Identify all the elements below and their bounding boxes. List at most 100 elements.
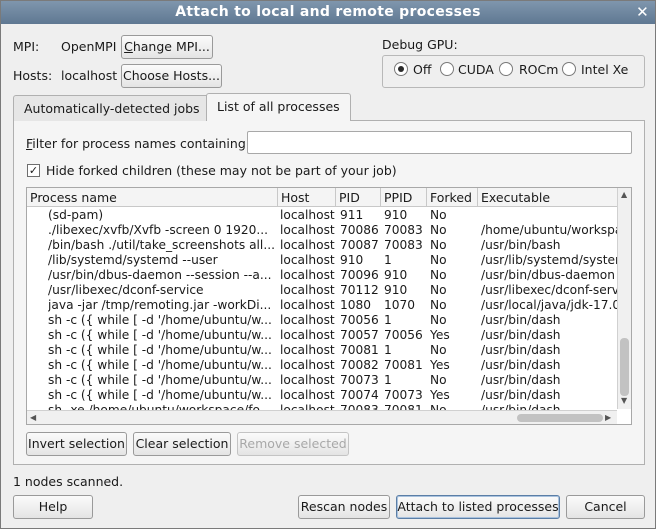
vertical-scroll-thumb[interactable] — [620, 338, 629, 396]
choose-hosts-label: Choose Hosts... — [122, 68, 220, 83]
cell-forked: No — [430, 283, 447, 297]
cell-process-name: /bin/bash ./util/take_screenshots all... — [48, 238, 275, 252]
table-row[interactable]: sh -c ({ while [ -d '/home/ubuntu/w... lo… — [27, 313, 617, 328]
cell-ppid: 70083 — [384, 238, 423, 252]
gpu-intelxe-radio[interactable] — [562, 62, 576, 76]
gpu-off-radio[interactable] — [394, 62, 408, 76]
close-icon[interactable]: ✕ — [636, 1, 649, 24]
gpu-rocm-radio[interactable] — [499, 62, 513, 76]
cell-forked: No — [430, 403, 447, 410]
cell-pid: 70083 — [340, 403, 379, 410]
gpu-cuda-radio[interactable] — [440, 62, 454, 76]
cell-host: localhost — [280, 298, 335, 312]
table-row[interactable]: sh -c ({ while [ -d '/home/ubuntu/w... lo… — [27, 343, 617, 358]
title-bar[interactable]: Attach to local and remote processes ✕ — [1, 1, 655, 24]
invert-selection-button[interactable]: Invert selection — [26, 432, 127, 456]
filter-input[interactable] — [247, 131, 632, 154]
horizontal-scroll-thumb[interactable] — [517, 414, 603, 422]
cell-process-name: ./libexec/xvfb/Xvfb -screen 0 1920... — [48, 223, 268, 237]
table-row[interactable]: ./libexec/xvfb/Xvfb -screen 0 1920... loc… — [27, 223, 617, 238]
cell-pid: 70082 — [340, 358, 379, 372]
cell-host: localhost — [280, 268, 335, 282]
table-row[interactable]: sh -c ({ while [ -d '/home/ubuntu/w... lo… — [27, 388, 617, 403]
table-row[interactable]: /usr/libexec/dconf-service localhost 70112… — [27, 283, 617, 298]
invert-selection-label: Invert selection — [28, 436, 125, 451]
table-body: (sd-pam) localhost 911 910 No ./libexec/xvfb/… — [27, 208, 617, 410]
cell-executable: /usr/bin/dash — [481, 328, 561, 342]
cell-ppid: 1 — [384, 313, 392, 327]
tab-list-all-processes[interactable]: List of all processes — [206, 93, 351, 121]
change-mpi-button[interactable]: Change MPI... — [121, 35, 213, 59]
cell-forked: No — [430, 373, 447, 387]
arrow-up-icon[interactable]: ▲ — [621, 190, 627, 200]
cell-forked: No — [430, 298, 447, 312]
cell-forked: Yes — [430, 388, 450, 402]
clear-selection-label: Clear selection — [135, 436, 229, 451]
hide-forked-label[interactable]: Hide forked children (these may not be p… — [46, 163, 397, 178]
cell-host: localhost — [280, 223, 335, 237]
cell-forked: Yes — [430, 328, 450, 342]
gpu-cuda-label[interactable]: CUDA — [458, 62, 494, 77]
cell-ppid: 70083 — [384, 223, 423, 237]
rescan-nodes-button[interactable]: Rescan nodes — [298, 495, 390, 519]
table-row[interactable]: sh -c ({ while [ -d '/home/ubuntu/w... lo… — [27, 328, 617, 343]
cell-process-name: sh -c ({ while [ -d '/home/ubuntu/w... — [48, 373, 272, 387]
table-row[interactable]: sh -c ({ while [ -d '/home/ubuntu/w... lo… — [27, 373, 617, 388]
cell-pid: 70073 — [340, 373, 379, 387]
col-executable[interactable]: Executable — [478, 188, 617, 207]
choose-hosts-button[interactable]: Choose Hosts... — [121, 64, 222, 88]
cell-ppid: 910 — [384, 283, 408, 297]
col-host[interactable]: Host — [278, 188, 336, 207]
tab-auto-detected-label: Automatically-detected jobs — [24, 101, 200, 116]
cell-host: localhost — [280, 208, 335, 222]
tab-list-all-label: List of all processes — [217, 99, 340, 114]
horizontal-scrollbar[interactable]: ◀ ▶ — [27, 410, 617, 424]
cancel-button[interactable]: Cancel — [566, 495, 645, 519]
help-button[interactable]: Help — [13, 495, 93, 519]
gpu-off-label[interactable]: Off — [413, 62, 431, 77]
arrow-right-icon[interactable]: ▶ — [605, 413, 611, 423]
gpu-intelxe-label[interactable]: Intel Xe — [581, 62, 628, 77]
table-row[interactable]: sh -xe /home/ubuntu/workspace/fo... local… — [27, 403, 617, 410]
table-row[interactable]: /bin/bash ./util/take_screenshots all...… — [27, 238, 617, 253]
table-row[interactable]: /usr/bin/dbus-daemon --session --a... loc… — [27, 268, 617, 283]
window-title: Attach to local and remote processes — [175, 4, 481, 20]
cell-forked: No — [430, 253, 447, 267]
cell-forked: No — [430, 268, 447, 282]
cell-executable: /usr/bin/dash — [481, 343, 561, 357]
hosts-value: localhost — [61, 68, 118, 83]
debug-gpu-label: Debug GPU: — [382, 37, 458, 52]
process-table[interactable]: Process name Host PID PPID Forked Execut… — [26, 187, 632, 425]
clear-selection-button[interactable]: Clear selection — [133, 432, 231, 456]
filter-label: Filter for process names containing: — [26, 136, 250, 151]
col-forked[interactable]: Forked — [427, 188, 478, 207]
attach-button[interactable]: Attach to listed processes — [396, 495, 560, 519]
col-ppid[interactable]: PPID — [381, 188, 427, 207]
attach-label: Attach to listed processes — [397, 499, 559, 514]
cell-executable: /usr/bin/dash — [481, 313, 561, 327]
gpu-rocm-label[interactable]: ROCm — [519, 62, 558, 77]
cell-pid: 70087 — [340, 238, 379, 252]
hide-forked-checkbox[interactable]: ✓ — [27, 164, 40, 177]
cell-host: localhost — [280, 283, 335, 297]
tab-auto-detected-jobs[interactable]: Automatically-detected jobs — [13, 95, 211, 121]
mpi-label: MPI: — [13, 39, 40, 54]
table-row[interactable]: sh -c ({ while [ -d '/home/ubuntu/w... lo… — [27, 358, 617, 373]
cell-host: localhost — [280, 358, 335, 372]
hosts-label: Hosts: — [13, 68, 53, 83]
vertical-scrollbar[interactable]: ▲ ▼ — [617, 188, 631, 409]
col-process-name[interactable]: Process name — [27, 188, 278, 207]
arrow-left-icon[interactable]: ◀ — [30, 413, 36, 423]
cell-forked: Yes — [430, 358, 450, 372]
cell-forked: No — [430, 313, 447, 327]
table-row[interactable]: java -jar /tmp/remoting.jar -workDi... lo… — [27, 298, 617, 313]
table-row[interactable]: (sd-pam) localhost 911 910 No — [27, 208, 617, 223]
arrow-down-icon[interactable]: ▼ — [621, 396, 627, 406]
cell-process-name: sh -c ({ while [ -d '/home/ubuntu/w... — [48, 328, 272, 342]
cell-executable: /usr/bin/dash — [481, 388, 561, 402]
col-pid[interactable]: PID — [336, 188, 381, 207]
remove-selected-button[interactable]: Remove selected — [237, 432, 349, 456]
cell-executable: /usr/bin/dbus-daemon — [481, 268, 615, 282]
table-row[interactable]: /lib/systemd/systemd --user localhost 910 1… — [27, 253, 617, 268]
cell-ppid: 1 — [384, 343, 392, 357]
